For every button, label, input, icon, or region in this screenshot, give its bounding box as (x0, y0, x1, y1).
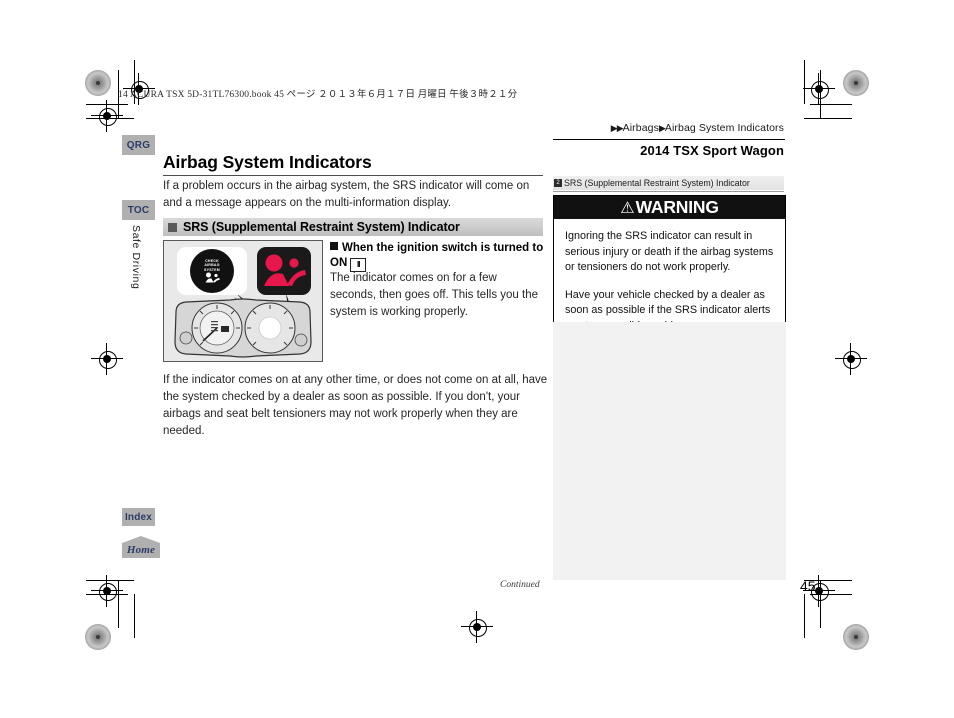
crop-mark-right-v (820, 70, 821, 118)
header-divider (553, 139, 785, 140)
registration-dot-bottom-right (843, 624, 869, 650)
registration-dot-top-left (85, 70, 111, 96)
manual-page: 14 ACURA TSX 5D-31TL76300.book 45 ページ ２０… (0, 0, 954, 718)
registration-target-mid-right (835, 343, 867, 375)
crop-mark-right-v2 (804, 60, 805, 104)
registration-target-mid-left (91, 343, 123, 375)
section-bullet-icon (168, 222, 177, 232)
crop-mark-br-v2 (804, 594, 805, 638)
sidebar-tab-index[interactable]: Index (122, 508, 155, 526)
srs-airbag-icon (264, 254, 306, 286)
crop-mark-br-v (820, 580, 821, 628)
registration-dot-bottom-left (85, 624, 111, 650)
section-heading-srs: SRS (Supplemental Restraint System) Indi… (163, 218, 543, 236)
subheading-bullet-icon (330, 242, 338, 250)
crop-mark-bl-v2 (134, 594, 135, 638)
sidebar-tab-qrg[interactable]: QRG (122, 135, 155, 155)
sidebar-tab-home[interactable]: Home (122, 536, 160, 558)
warning-triangle-icon: ⚠ (620, 199, 635, 217)
sidebar-empty-panel (553, 322, 786, 580)
instrument-cluster-figure: CHECK AIRBAG SYSTEM (163, 240, 323, 362)
crop-mark-bl-v (118, 580, 119, 628)
registration-target-bottom-center (461, 611, 493, 643)
registration-target-top-right (803, 73, 835, 105)
breadcrumb-item-current[interactable]: Airbag System Indicators (665, 122, 784, 134)
sidebar-divider (553, 191, 784, 192)
intro-paragraph: If a problem occurs in the airbag system… (163, 180, 530, 209)
section-heading-label: SRS (Supplemental Restraint System) Indi… (183, 220, 460, 234)
tab-home-label: Home (126, 543, 156, 556)
page-title: Airbag System Indicators (163, 152, 372, 172)
subheading-ignition-on: When the ignition switch is turned to ON… (330, 241, 545, 272)
breadcrumb-item-airbags[interactable]: Airbags (623, 122, 659, 134)
model-label: 2014 TSX Sport Wagon (640, 143, 784, 158)
crop-mark-br-h2 (810, 594, 852, 595)
tab-qrg-label: QRG (126, 139, 151, 151)
gauge-cluster-illustration (174, 298, 312, 358)
registration-target-bottom-left (91, 575, 123, 607)
crop-mark-right-h (804, 118, 852, 119)
srs-airbag-icon-small (205, 272, 220, 283)
warning-paragraph-1: Ignoring the SRS indicator can result in… (565, 230, 774, 273)
print-book-header: 14 ACURA TSX 5D-31TL76300.book 45 ページ ２０… (118, 90, 518, 100)
registration-dot-top-right (843, 70, 869, 96)
breadcrumb-arrow-icon: ▶▶ (610, 123, 624, 133)
crop-mark-bl-h (86, 580, 134, 581)
sidebar-note-header-label: SRS (Supplemental Restraint System) Indi… (564, 178, 750, 188)
sidebar-note-header: 2 SRS (Supplemental Restraint System) In… (553, 176, 784, 190)
crop-mark-right-h2 (810, 104, 852, 105)
callout-check-airbag-system: CHECK AIRBAG SYSTEM (177, 247, 247, 295)
registration-target-top-left (91, 100, 123, 132)
continued-label: Continued (500, 580, 540, 590)
crop-mark-left-h (86, 118, 134, 119)
mid-display-message: CHECK AIRBAG SYSTEM (190, 249, 234, 293)
warning-title-bar: ⚠ WARNING (554, 196, 785, 219)
callout-srs-indicator (257, 247, 311, 295)
warning-title-label: WARNING (635, 197, 719, 217)
body-paragraph: If the indicator comes on at any other t… (163, 374, 548, 437)
subsection-paragraph: The indicator comes on for a few seconds… (330, 272, 538, 318)
tab-index-label: Index (124, 511, 153, 523)
reference-marker-icon: 2 (554, 179, 562, 187)
crop-mark-left-h2 (86, 104, 128, 105)
crop-mark-bl-h2 (86, 594, 128, 595)
title-underline (163, 175, 543, 176)
tab-toc-label: TOC (127, 204, 150, 216)
breadcrumb: ▶▶Airbags▶Airbag System Indicators (611, 122, 784, 134)
sidebar-tab-toc[interactable]: TOC (122, 200, 155, 220)
page-number: 45 (800, 578, 816, 594)
section-label-safe-driving: Safe Driving (130, 225, 142, 290)
